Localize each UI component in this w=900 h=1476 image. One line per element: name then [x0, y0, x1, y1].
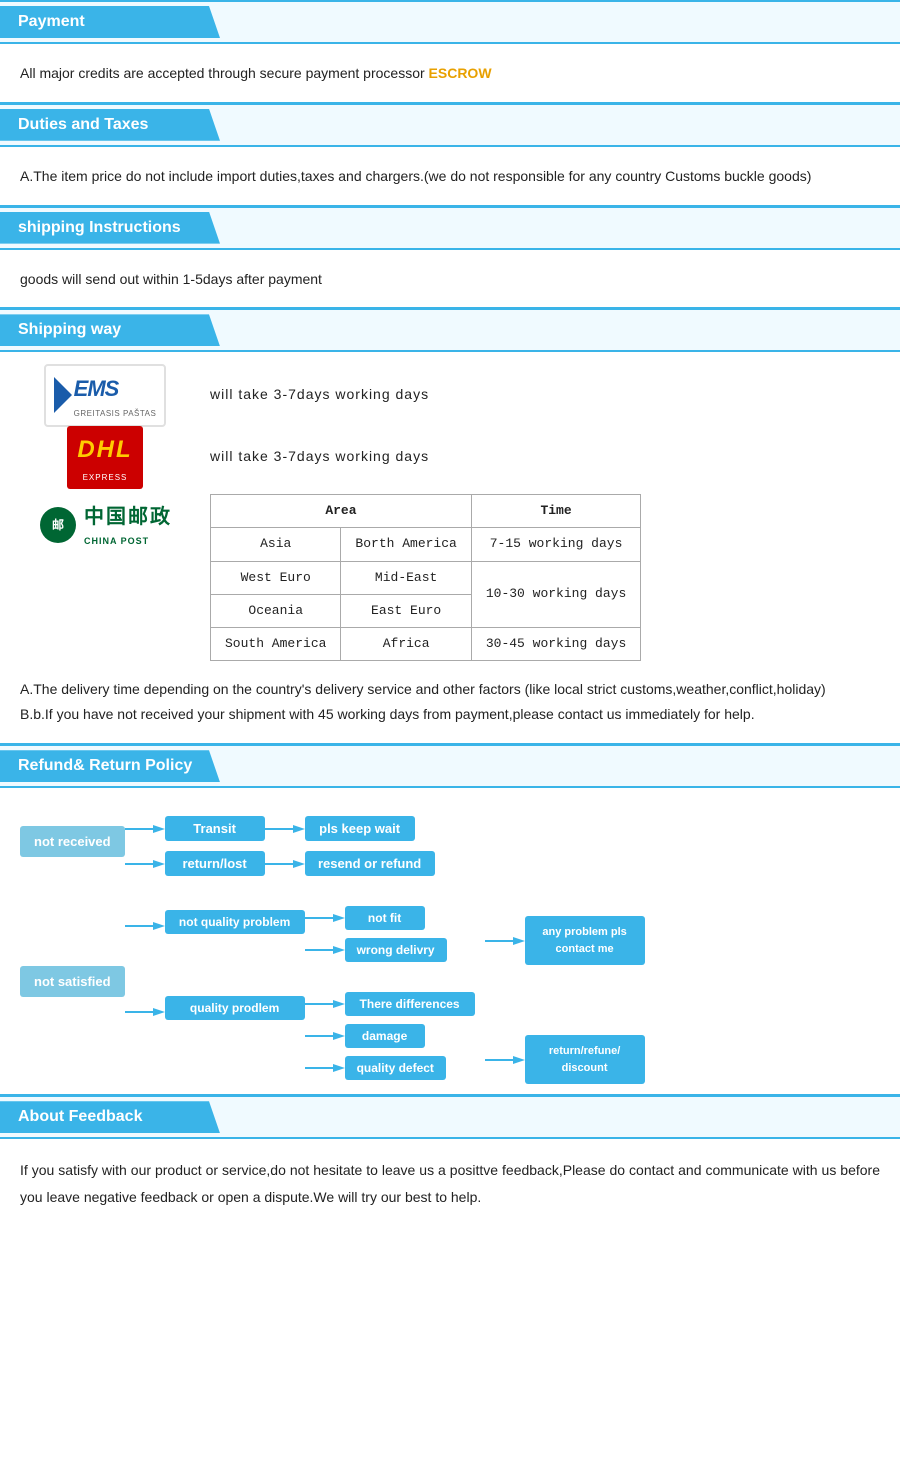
- refund-section: Refund& Return Policy not received Trans…: [0, 744, 900, 1095]
- ems-arrow-icon: [54, 377, 72, 413]
- not-quality-problem-box: not quality problem: [165, 910, 305, 934]
- table-row: West Euro Mid-East 10-30 working days: [211, 561, 641, 594]
- wrong-delivery-box: wrong delivry: [345, 938, 447, 962]
- return-lost-branch: return/lost resend or refund: [125, 851, 435, 876]
- table-row: South America Africa 30-45 working days: [211, 627, 641, 660]
- table-cell: East Euro: [341, 594, 471, 627]
- transit-branch: Transit pls keep wait: [125, 816, 435, 841]
- arrow-right-icon: [485, 931, 525, 951]
- outcome-boxes: any problem plscontact me return/refune/…: [485, 916, 645, 1084]
- shipping-table: Area Time Asia Borth America 7-15 workin…: [210, 494, 641, 660]
- any-problem-box: any problem plscontact me: [525, 916, 645, 965]
- wrong-delivery-branch: wrong delivry: [305, 938, 447, 962]
- feedback-section: About Feedback If you satisfy with our p…: [0, 1095, 900, 1230]
- chinapost-logo: 邮 中国邮政 CHINA POST: [20, 494, 190, 549]
- table-row: Asia Borth America 7-15 working days: [211, 528, 641, 561]
- payment-header: Payment: [0, 6, 220, 38]
- transit-box: Transit: [165, 816, 265, 841]
- quality-prodlem-box: quality prodlem: [165, 996, 305, 1020]
- quality-problem-branch: quality prodlem There differences damage: [125, 992, 475, 1080]
- dhl-logo: DHL EXPRESS: [20, 432, 190, 482]
- shipping-instructions-header: shipping Instructions: [0, 212, 220, 244]
- chinapost-emblem-icon: 邮: [38, 505, 78, 545]
- resend-refund-box: resend or refund: [305, 851, 435, 876]
- shipping-notes: A.The delivery time depending on the cou…: [20, 677, 880, 727]
- payment-section: Payment All major credits are accepted t…: [0, 0, 900, 103]
- arrow-right-icon: [125, 916, 165, 936]
- shipping-instructions-section: shipping Instructions goods will send ou…: [0, 206, 900, 309]
- not-received-group: not received: [20, 826, 125, 857]
- refund-flow-diagram: not received Transit pls keep wait retur…: [0, 796, 900, 1094]
- damage-box: damage: [345, 1024, 425, 1048]
- there-differences-branch: There differences: [305, 992, 475, 1016]
- arrow-right-icon: [305, 1026, 345, 1046]
- table-cell: West Euro: [211, 561, 341, 594]
- feedback-header: About Feedback: [0, 1101, 220, 1133]
- duties-header: Duties and Taxes: [0, 109, 220, 141]
- table-cell: 7-15 working days: [471, 528, 640, 561]
- ems-logo: EMS GREITASIS PAŠTAS: [20, 370, 190, 420]
- not-quality-sub: not fit wrong delivry: [305, 906, 447, 962]
- dhl-delivery-text: will take 3-7days working days: [210, 445, 429, 469]
- table-cell: Mid-East: [341, 561, 471, 594]
- quality-defect-branch: quality defect: [305, 1056, 475, 1080]
- not-quality-problem-branch: not quality problem not fit wrong delivr…: [125, 906, 475, 962]
- table-cell: Oceania: [211, 594, 341, 627]
- not-received-box: not received: [20, 826, 125, 857]
- svg-text:邮: 邮: [52, 517, 64, 532]
- ems-delivery-text: will take 3-7days working days: [210, 383, 429, 407]
- ems-carrier-row: EMS GREITASIS PAŠTAS will take 3-7days w…: [20, 370, 880, 420]
- table-cell: Africa: [341, 627, 471, 660]
- not-received-branches: Transit pls keep wait return/lost resend…: [125, 816, 435, 876]
- table-cell: Borth America: [341, 528, 471, 561]
- not-satisfied-flow: not satisfied not quality problem not fi…: [20, 906, 880, 1084]
- shipping-way-section: Shipping way EMS GREITASIS PAŠTAS: [0, 308, 900, 744]
- shipping-way-header: Shipping way: [0, 314, 220, 346]
- table-cell: 10-30 working days: [471, 561, 640, 627]
- return-refund-branch: return/refune/discount: [485, 1035, 645, 1084]
- arrow-right-icon: [305, 994, 345, 1014]
- any-problem-branch: any problem plscontact me: [485, 916, 645, 965]
- arrow-right-icon: [305, 908, 345, 928]
- quality-defect-box: quality defect: [345, 1056, 446, 1080]
- table-time-header: Time: [471, 495, 640, 528]
- table-cell: South America: [211, 627, 341, 660]
- duties-section: Duties and Taxes A.The item price do not…: [0, 103, 900, 206]
- damage-branch: damage: [305, 1024, 475, 1048]
- there-differences-box: There differences: [345, 992, 475, 1016]
- quality-sub: There differences damage quality defect: [305, 992, 475, 1080]
- arrow-right-icon: [485, 1050, 525, 1070]
- arrow-right-icon: [125, 1002, 165, 1022]
- arrow-right-icon: [265, 819, 305, 839]
- table-area-header: Area: [211, 495, 472, 528]
- table-cell: Asia: [211, 528, 341, 561]
- chinapost-carrier-row: 邮 中国邮政 CHINA POST Area Time: [20, 494, 880, 660]
- not-satisfied-branches: not quality problem not fit wrong delivr…: [125, 906, 475, 1080]
- duties-body: A.The item price do not include import d…: [0, 155, 900, 205]
- table-cell: 30-45 working days: [471, 627, 640, 660]
- return-refund-box: return/refune/discount: [525, 1035, 645, 1084]
- not-fit-branch: not fit: [305, 906, 447, 930]
- pls-keep-wait-box: pls keep wait: [305, 816, 415, 841]
- refund-header: Refund& Return Policy: [0, 750, 220, 782]
- arrow-right-icon: [265, 854, 305, 874]
- arrow-right-icon: [125, 854, 165, 874]
- escrow-label: ESCROW: [429, 65, 492, 81]
- shipping-way-body: EMS GREITASIS PAŠTAS will take 3-7days w…: [0, 360, 900, 743]
- dhl-carrier-row: DHL EXPRESS will take 3-7days working da…: [20, 432, 880, 482]
- payment-body: All major credits are accepted through s…: [0, 52, 900, 102]
- not-fit-box: not fit: [345, 906, 425, 930]
- not-received-flow: not received Transit pls keep wait retur…: [20, 816, 880, 876]
- shipping-note-a: A.The delivery time depending on the cou…: [20, 677, 880, 702]
- not-satisfied-box: not satisfied: [20, 966, 125, 997]
- shipping-note-b: B.b.If you have not received your shipme…: [20, 702, 880, 727]
- arrow-right-icon: [125, 819, 165, 839]
- chinapost-table-wrap: Area Time Asia Borth America 7-15 workin…: [210, 494, 641, 660]
- return-lost-box: return/lost: [165, 851, 265, 876]
- arrow-right-icon: [305, 1058, 345, 1078]
- not-satisfied-group: not satisfied: [20, 966, 125, 997]
- arrow-right-icon: [305, 940, 345, 960]
- feedback-body: If you satisfy with our product or servi…: [0, 1147, 900, 1230]
- shipping-instructions-body: goods will send out within 1-5days after…: [0, 258, 900, 308]
